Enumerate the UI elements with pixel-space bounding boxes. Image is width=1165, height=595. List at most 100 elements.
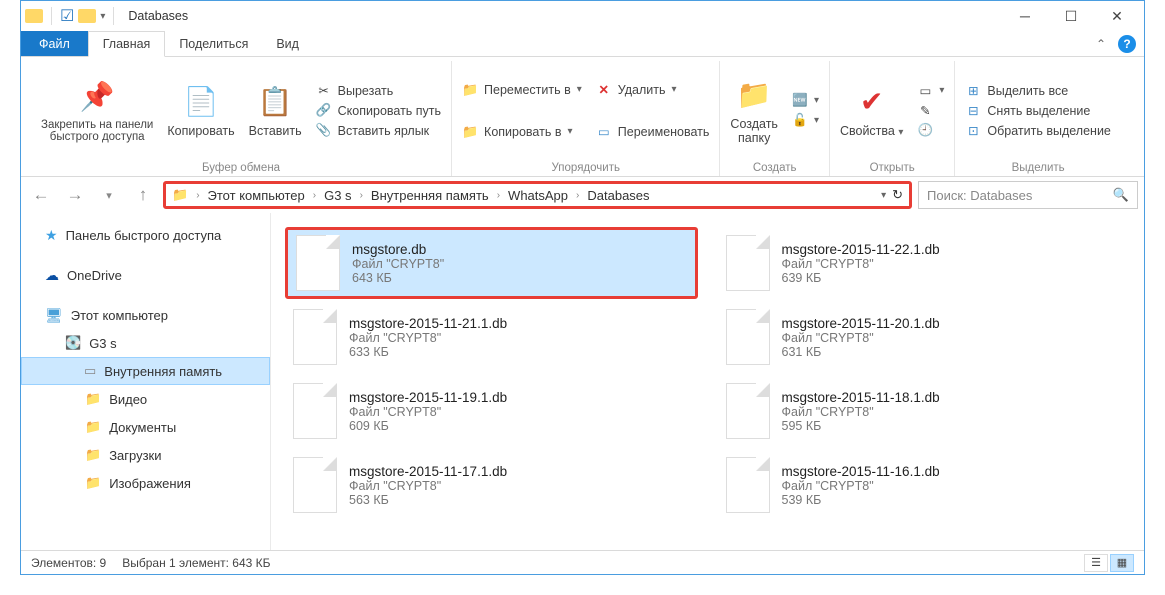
sidebar-item-quick[interactable]: ★Панель быстрого доступа — [21, 221, 270, 249]
qat-checkbox-icon[interactable]: ☑ — [60, 6, 74, 26]
file-size: 563 КБ — [349, 493, 507, 507]
address-dropdown-icon[interactable]: ▾ — [881, 190, 886, 201]
app-icon — [25, 9, 43, 23]
breadcrumb-item[interactable]: G3 s› — [324, 188, 363, 203]
copy-button[interactable]: 📄 Копировать — [167, 84, 234, 138]
file-type: Файл "CRYPT8" — [349, 479, 507, 493]
tab-share[interactable]: Поделиться — [165, 31, 262, 56]
file-item[interactable]: msgstore-2015-11-16.1.db Файл "CRYPT8" 5… — [718, 449, 1131, 521]
close-button[interactable]: ✕ — [1094, 1, 1140, 31]
cut-button[interactable]: ✂Вырезать — [316, 83, 441, 99]
recent-button[interactable]: ▾ — [95, 181, 123, 209]
file-icon — [296, 235, 340, 291]
titlebar: ☑ ▾ Databases ─ ☐ ✕ — [21, 1, 1144, 31]
breadcrumb-item[interactable]: Этот компьютер› — [208, 188, 317, 203]
file-icon — [726, 457, 770, 513]
delete-icon: ✕ — [596, 82, 612, 98]
tab-home[interactable]: Главная — [88, 31, 166, 57]
folder-icon: 📁 — [172, 187, 188, 203]
file-type: Файл "CRYPT8" — [349, 405, 507, 419]
invert-icon: ⊡ — [965, 123, 981, 139]
organize-group-label: Упорядочить — [462, 160, 709, 176]
sidebar-item-video[interactable]: 📁Видео — [21, 385, 270, 413]
back-button[interactable]: ← — [27, 181, 55, 209]
view-icons-button[interactable]: ▦ — [1110, 554, 1134, 572]
rename-icon: ▭ — [596, 124, 612, 140]
file-icon — [293, 383, 337, 439]
sidebar-item-downloads[interactable]: 📁Загрузки — [21, 441, 270, 469]
breadcrumb-item[interactable]: WhatsApp› — [508, 188, 579, 203]
chevron-down-icon: ▾ — [567, 126, 572, 137]
new-folder-button[interactable]: 📁 Создать папку — [730, 77, 778, 145]
history-button[interactable]: 🕘 — [917, 123, 944, 139]
file-name: msgstore-2015-11-21.1.db — [349, 316, 507, 331]
file-icon — [726, 309, 770, 365]
chevron-down-icon: ▾ — [898, 127, 903, 138]
sidebar-item-thispc[interactable]: 🖥Этот компьютер — [21, 301, 270, 329]
invert-selection-button[interactable]: ⊡Обратить выделение — [965, 123, 1110, 139]
sidebar-item-images[interactable]: 📁Изображения — [21, 469, 270, 497]
edit-icon: ✎ — [917, 103, 933, 119]
sidebar-item-internal[interactable]: ▭Внутренняя память — [21, 357, 270, 385]
maximize-button[interactable]: ☐ — [1048, 1, 1094, 31]
path-icon: 🔗 — [316, 103, 332, 119]
move-to-button[interactable]: 📁Переместить в ▾ — [462, 82, 582, 98]
navbar: ← → ▾ ↑ 📁 › Этот компьютер› G3 s› Внутре… — [21, 177, 1144, 213]
file-item[interactable]: msgstore-2015-11-19.1.db Файл "CRYPT8" 6… — [285, 375, 698, 447]
new-group-label: Создать — [730, 160, 819, 176]
qat-dropdown-icon[interactable]: ▾ — [100, 11, 105, 22]
open-button[interactable]: ▭▾ — [917, 83, 944, 99]
help-icon[interactable]: ? — [1118, 35, 1136, 53]
file-item[interactable]: msgstore-2015-11-21.1.db Файл "CRYPT8" 6… — [285, 301, 698, 373]
breadcrumb-item[interactable]: Внутренняя память› — [371, 188, 500, 203]
sidebar-item-documents[interactable]: 📁Документы — [21, 413, 270, 441]
file-item[interactable]: msgstore-2015-11-18.1.db Файл "CRYPT8" 5… — [718, 375, 1131, 447]
up-button[interactable]: ↑ — [129, 181, 157, 209]
copy-path-button[interactable]: 🔗Скопировать путь — [316, 103, 441, 119]
sidebar-item-device[interactable]: 💽G3 s — [21, 329, 270, 357]
rename-button[interactable]: ▭Переименовать — [596, 124, 710, 140]
folder-icon: 📁 — [462, 82, 478, 98]
new-item-button[interactable]: 🆕▾ — [792, 93, 819, 109]
folder-icon: 📁 — [85, 419, 101, 435]
tab-view[interactable]: Вид — [262, 31, 313, 56]
paste-button[interactable]: 📋 Вставить — [249, 84, 302, 138]
minimize-button[interactable]: ─ — [1002, 1, 1048, 31]
file-item[interactable]: msgstore-2015-11-20.1.db Файл "CRYPT8" 6… — [718, 301, 1131, 373]
chevron-down-icon: ▾ — [577, 84, 582, 95]
tab-file[interactable]: Файл — [21, 31, 88, 56]
file-name: msgstore-2015-11-20.1.db — [782, 316, 940, 331]
sidebar-item-onedrive[interactable]: ☁OneDrive — [21, 261, 270, 289]
file-name: msgstore-2015-11-18.1.db — [782, 390, 940, 405]
search-input[interactable]: Поиск: Databases 🔍 — [918, 181, 1138, 209]
file-item[interactable]: msgstore-2015-11-17.1.db Файл "CRYPT8" 5… — [285, 449, 698, 521]
statusbar: Элементов: 9 Выбран 1 элемент: 643 КБ ☰ … — [21, 550, 1144, 574]
shortcut-icon: 📎 — [316, 123, 332, 139]
refresh-button[interactable]: ↻ — [892, 187, 903, 203]
folder-icon: 📁 — [85, 475, 101, 491]
delete-button[interactable]: ✕Удалить ▾ — [596, 82, 710, 98]
file-size: 639 КБ — [782, 271, 940, 285]
properties-button[interactable]: ✔ Свойства ▾ — [840, 84, 903, 138]
select-none-button[interactable]: ⊟Снять выделение — [965, 103, 1110, 119]
cloud-icon: ☁ — [45, 267, 59, 284]
pc-icon: 🖥 — [45, 307, 63, 324]
copy-to-button[interactable]: 📁Копировать в ▾ — [462, 124, 582, 140]
file-size: 633 КБ — [349, 345, 507, 359]
view-details-button[interactable]: ☰ — [1084, 554, 1108, 572]
qat-folder-icon[interactable] — [78, 9, 96, 23]
file-item[interactable]: msgstore.db Файл "CRYPT8" 643 КБ — [285, 227, 698, 299]
ribbon-collapse-icon[interactable]: ⌃ — [1096, 37, 1106, 51]
file-icon — [293, 457, 337, 513]
forward-button[interactable]: → — [61, 181, 89, 209]
select-all-button[interactable]: ⊞Выделить все — [965, 83, 1110, 99]
edit-button[interactable]: ✎ — [917, 103, 944, 119]
paste-shortcut-button[interactable]: 📎Вставить ярлык — [316, 123, 441, 139]
address-bar[interactable]: 📁 › Этот компьютер› G3 s› Внутренняя пам… — [163, 181, 912, 209]
breadcrumb-item[interactable]: Databases — [587, 188, 649, 203]
file-type: Файл "CRYPT8" — [782, 405, 940, 419]
ribbon-tabs: Файл Главная Поделиться Вид ⌃ ? — [21, 31, 1144, 57]
file-item[interactable]: msgstore-2015-11-22.1.db Файл "CRYPT8" 6… — [718, 227, 1131, 299]
easy-access-button[interactable]: 🔓▾ — [792, 113, 819, 129]
pin-button[interactable]: 📌 Закрепить на панели быстрого доступа — [41, 79, 153, 143]
